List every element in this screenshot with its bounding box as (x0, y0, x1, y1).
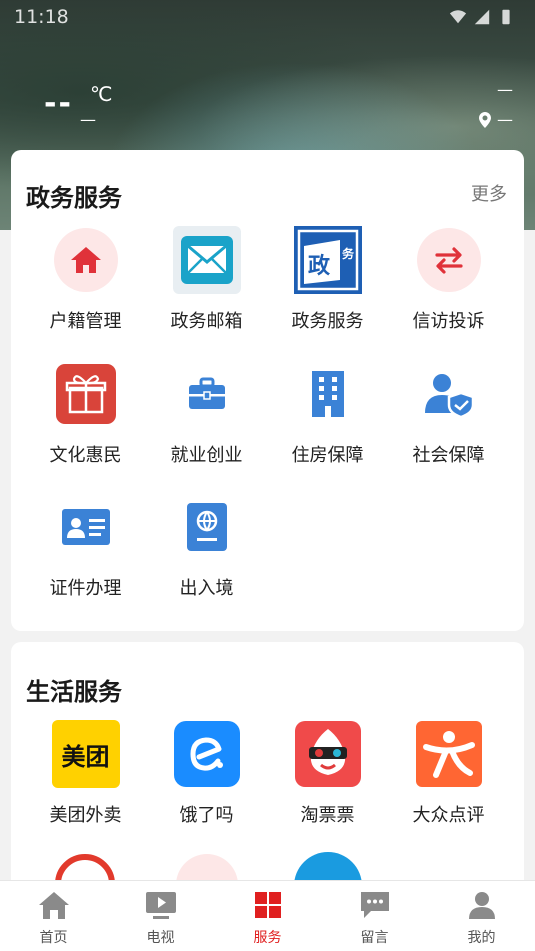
service-label: 文化惠民 (49, 445, 122, 466)
meituan-icon: 美团 (51, 720, 120, 788)
life-item-taopiaopiao[interactable]: 淘票票 (267, 720, 388, 827)
weather-info: — (497, 80, 513, 99)
service-label: 出入境 (179, 578, 234, 599)
nav-label: 留言 (360, 930, 389, 946)
status-bar: 11:18 (0, 0, 535, 36)
service-label: 饿了吗 (179, 805, 234, 826)
nav-label: 我的 (467, 930, 496, 946)
nav-home[interactable]: 首页 (0, 881, 107, 951)
gov-services-card: 政务服务 更多 户籍管理 政务邮箱 政 务 政务服务 信访投诉 文化惠民 就业创… (11, 150, 524, 631)
life-item-dianping[interactable]: 大众点评 (388, 720, 509, 827)
service-item-culture[interactable]: 文化惠民 (25, 360, 146, 467)
grid-icon (254, 892, 281, 918)
chat-icon (360, 892, 389, 918)
service-label: 政务服务 (291, 311, 364, 332)
service-label: 信访投诉 (412, 311, 485, 332)
service-label: 证件办理 (49, 578, 122, 599)
gift-icon (55, 364, 116, 424)
service-item-gov-mail[interactable]: 政务邮箱 (146, 226, 267, 333)
nav-mine[interactable]: 我的 (428, 881, 535, 951)
service-item-gov-service[interactable]: 政 务 政务服务 (267, 226, 388, 333)
taopiaopiao-icon (294, 721, 361, 787)
wifi-icon (449, 10, 467, 24)
passport-icon (186, 503, 227, 551)
service-label: 大众点评 (412, 805, 485, 826)
id-card-icon (61, 509, 110, 545)
service-label: 就业创业 (170, 445, 243, 466)
gov-service-logo-icon: 政 务 (293, 226, 362, 294)
bottom-nav: 首页 电视 服务 留言 我的 (0, 880, 535, 951)
home-icon (70, 247, 101, 273)
service-item-exit-entry[interactable]: 出入境 (146, 493, 267, 600)
status-time: 11:18 (14, 6, 69, 28)
life-services-title: 生活服务 (26, 678, 122, 706)
service-item-certificates[interactable]: 证件办理 (25, 493, 146, 600)
service-label: 户籍管理 (49, 311, 122, 332)
mail-icon (172, 226, 241, 294)
gov-services-title: 政务服务 (26, 184, 122, 212)
weather-temperature: -- (44, 86, 73, 121)
weather-unit: ℃ (90, 82, 113, 106)
service-label: 住房保障 (291, 445, 364, 466)
weather-description: — (80, 110, 96, 129)
service-label: 政务邮箱 (170, 311, 243, 332)
service-item-household[interactable]: 户籍管理 (25, 226, 146, 333)
service-label: 社会保障 (412, 445, 485, 466)
dianping-icon (415, 721, 482, 787)
signal-icon (474, 9, 490, 25)
nav-service[interactable]: 服务 (214, 881, 321, 951)
home-nav-icon (38, 892, 69, 919)
service-item-petition[interactable]: 信访投诉 (388, 226, 509, 333)
meituan-logo-text: 美团 (61, 742, 110, 771)
service-label: 美团外卖 (49, 805, 122, 826)
location-text: — (497, 110, 513, 129)
nav-label: 电视 (146, 930, 175, 946)
more-link[interactable]: 更多 (471, 180, 507, 206)
service-label: 淘票票 (300, 805, 355, 826)
person-shield-icon (424, 374, 474, 417)
building-icon (311, 371, 344, 417)
eleme-icon (173, 721, 240, 787)
nav-tv[interactable]: 电视 (107, 881, 214, 951)
user-icon (468, 892, 495, 919)
life-item-eleme[interactable]: 饿了吗 (146, 720, 267, 827)
nav-label: 首页 (39, 930, 68, 946)
service-item-social-security[interactable]: 社会保障 (388, 360, 509, 467)
battery-icon (502, 9, 510, 25)
service-item-employment[interactable]: 就业创业 (146, 360, 267, 467)
weather-location: — (479, 110, 513, 129)
nav-label: 服务 (253, 930, 282, 946)
svg-text:政: 政 (308, 253, 331, 279)
briefcase-icon (188, 377, 225, 409)
life-item-meituan[interactable]: 美团 美团外卖 (25, 720, 146, 827)
location-pin-icon (479, 111, 491, 128)
service-item-housing[interactable]: 住房保障 (267, 360, 388, 467)
svg-text:务: 务 (342, 246, 355, 261)
exchange-arrows-icon (434, 247, 463, 274)
status-icons (449, 8, 515, 26)
nav-message[interactable]: 留言 (321, 881, 428, 951)
tv-play-icon (145, 892, 176, 919)
